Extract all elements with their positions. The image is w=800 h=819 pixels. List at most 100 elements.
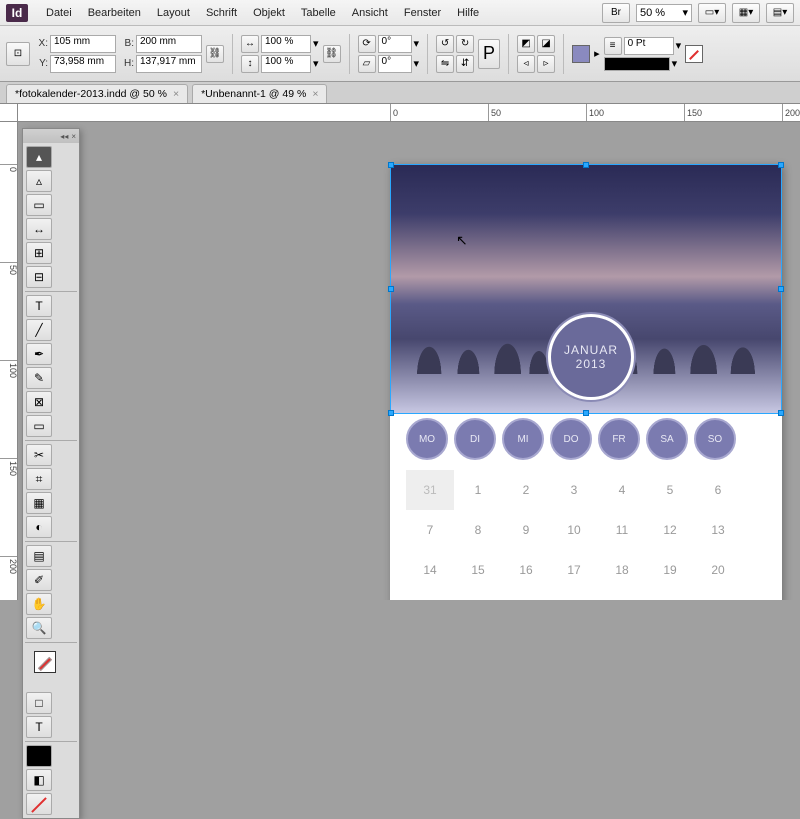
- free-transform-tool[interactable]: ⌗: [26, 468, 52, 490]
- calendar-day[interactable]: 2: [502, 470, 550, 510]
- y-field[interactable]: 73,958 mm: [50, 55, 116, 73]
- horizontal-ruler[interactable]: 0 50 100 150 200: [18, 104, 800, 122]
- calendar-day[interactable]: 13: [694, 510, 742, 550]
- chevron-down-icon[interactable]: ▾: [313, 57, 319, 70]
- weekday-badge[interactable]: DO: [550, 418, 592, 460]
- pencil-tool[interactable]: ✎: [26, 367, 52, 389]
- calendar-day[interactable]: 19: [646, 550, 694, 590]
- calendar-day[interactable]: 9: [502, 510, 550, 550]
- toolbox-panel[interactable]: ◂◂× ▴ ▵ ▭ ↔ ⊞ ⊟ T ╱ ✒ ✎ ⊠ ▭ ✂ ⌗ ▦ ◐ ▤ ✐ …: [22, 128, 80, 819]
- apply-gradient-icon[interactable]: ◧: [26, 769, 52, 791]
- p-icon[interactable]: P: [478, 39, 500, 69]
- rotate-ccw-icon[interactable]: ↺: [436, 35, 454, 53]
- weekday-badge[interactable]: FR: [598, 418, 640, 460]
- arrange-button[interactable]: ▦▾: [732, 3, 760, 23]
- eyedropper-tool[interactable]: ✐: [26, 569, 52, 591]
- calendar-day[interactable]: 8: [454, 510, 502, 550]
- zoom-level[interactable]: 50 %▾: [636, 4, 692, 22]
- reference-point-proxy[interactable]: ⊡: [6, 42, 30, 66]
- chevron-down-icon[interactable]: ▾: [414, 37, 420, 50]
- menu-file[interactable]: Datei: [38, 3, 80, 23]
- weekday-badge[interactable]: MI: [502, 418, 544, 460]
- bridge-button[interactable]: Br: [602, 3, 630, 23]
- shear-field[interactable]: 0°: [378, 55, 412, 73]
- select-next-icon[interactable]: ▹: [537, 55, 555, 73]
- calendar-day[interactable]: 11: [598, 510, 646, 550]
- flip-v-icon[interactable]: ⇵: [456, 55, 474, 73]
- flip-h-icon[interactable]: ⇋: [436, 55, 454, 73]
- workspace-switcher[interactable]: ▤▾: [766, 3, 794, 23]
- hand-tool[interactable]: ✋: [26, 593, 52, 615]
- scissors-tool[interactable]: ✂: [26, 444, 52, 466]
- x-field[interactable]: 105 mm: [50, 35, 116, 53]
- close-icon[interactable]: ×: [312, 88, 318, 100]
- menu-help[interactable]: Hilfe: [449, 3, 487, 23]
- calendar-day[interactable]: 5: [646, 470, 694, 510]
- content-collector-tool[interactable]: ⊞: [26, 242, 52, 264]
- fill-stroke-proxy[interactable]: [34, 651, 68, 685]
- calendar-day[interactable]: 16: [502, 550, 550, 590]
- calendar-day[interactable]: 20: [694, 550, 742, 590]
- menu-object[interactable]: Objekt: [245, 3, 293, 23]
- apply-none-icon[interactable]: [26, 793, 52, 815]
- formatting-text-icon[interactable]: T: [26, 716, 52, 738]
- apply-color-icon[interactable]: [26, 745, 52, 767]
- doc-tab[interactable]: *Unbenannt-1 @ 49 %×: [192, 84, 327, 103]
- calendar-day[interactable]: 14: [406, 550, 454, 590]
- weekday-badge[interactable]: MO: [406, 418, 448, 460]
- rotation-field[interactable]: 0°: [378, 35, 412, 53]
- chevron-down-icon[interactable]: ▾: [313, 37, 319, 50]
- menu-layout[interactable]: Layout: [149, 3, 198, 23]
- page-tool[interactable]: ▭: [26, 194, 52, 216]
- note-tool[interactable]: ▤: [26, 545, 52, 567]
- collapse-icon[interactable]: ◂◂: [60, 132, 68, 141]
- month-badge[interactable]: JANUAR 2013: [548, 314, 634, 400]
- ruler-origin[interactable]: [0, 104, 18, 122]
- close-icon[interactable]: ×: [173, 88, 179, 100]
- gap-tool[interactable]: ↔: [26, 218, 52, 240]
- stroke-color-swatch[interactable]: [34, 651, 56, 673]
- calendar-day[interactable]: 15: [454, 550, 502, 590]
- doc-tab[interactable]: *fotokalender-2013.indd @ 50 %×: [6, 84, 188, 103]
- stroke-swatch[interactable]: [685, 45, 703, 63]
- gradient-feather-tool[interactable]: ◐: [26, 516, 52, 538]
- calendar-day[interactable]: 18: [598, 550, 646, 590]
- type-tool[interactable]: T: [26, 295, 52, 317]
- gradient-swatch-tool[interactable]: ▦: [26, 492, 52, 514]
- calendar-day[interactable]: 4: [598, 470, 646, 510]
- calendar-day[interactable]: 12: [646, 510, 694, 550]
- toolbox-header[interactable]: ◂◂×: [23, 129, 79, 143]
- scale-x-field[interactable]: 100 %: [261, 35, 311, 53]
- calendar-day[interactable]: 17: [550, 550, 598, 590]
- rectangle-tool[interactable]: ▭: [26, 415, 52, 437]
- screen-mode-button[interactable]: ▭▾: [698, 3, 726, 23]
- menu-window[interactable]: Fenster: [396, 3, 449, 23]
- calendar-day[interactable]: 1: [454, 470, 502, 510]
- close-icon[interactable]: ×: [71, 132, 76, 141]
- menu-edit[interactable]: Bearbeiten: [80, 3, 149, 23]
- constrain-scale-icon[interactable]: ⛓: [323, 45, 341, 63]
- calendar-day[interactable]: 3: [550, 470, 598, 510]
- stroke-weight-field[interactable]: 0 Pt: [624, 37, 674, 55]
- select-prev-icon[interactable]: ◃: [517, 55, 535, 73]
- scale-y-field[interactable]: 100 %: [261, 55, 311, 73]
- width-field[interactable]: 200 mm: [136, 35, 202, 53]
- selection-tool[interactable]: ▴: [26, 146, 52, 168]
- calendar-day[interactable]: 10: [550, 510, 598, 550]
- rotate-cw-icon[interactable]: ↻: [456, 35, 474, 53]
- chevron-down-icon[interactable]: ▾: [672, 57, 678, 70]
- constrain-proportions-icon[interactable]: ⛓: [206, 45, 224, 63]
- zoom-tool[interactable]: 🔍: [26, 617, 52, 639]
- height-field[interactable]: 137,917 mm: [136, 55, 202, 73]
- content-placer-tool[interactable]: ⊟: [26, 266, 52, 288]
- menu-view[interactable]: Ansicht: [344, 3, 396, 23]
- stroke-style-field[interactable]: [604, 57, 670, 71]
- vertical-ruler[interactable]: 0 50 100 150 200: [0, 122, 18, 600]
- chevron-down-icon[interactable]: ▾: [676, 39, 682, 52]
- weekday-badge[interactable]: SO: [694, 418, 736, 460]
- chevron-down-icon[interactable]: ▸: [594, 47, 600, 60]
- pen-tool[interactable]: ✒: [26, 343, 52, 365]
- direct-selection-tool[interactable]: ▵: [26, 170, 52, 192]
- calendar-day[interactable]: 7: [406, 510, 454, 550]
- weekday-badge[interactable]: SA: [646, 418, 688, 460]
